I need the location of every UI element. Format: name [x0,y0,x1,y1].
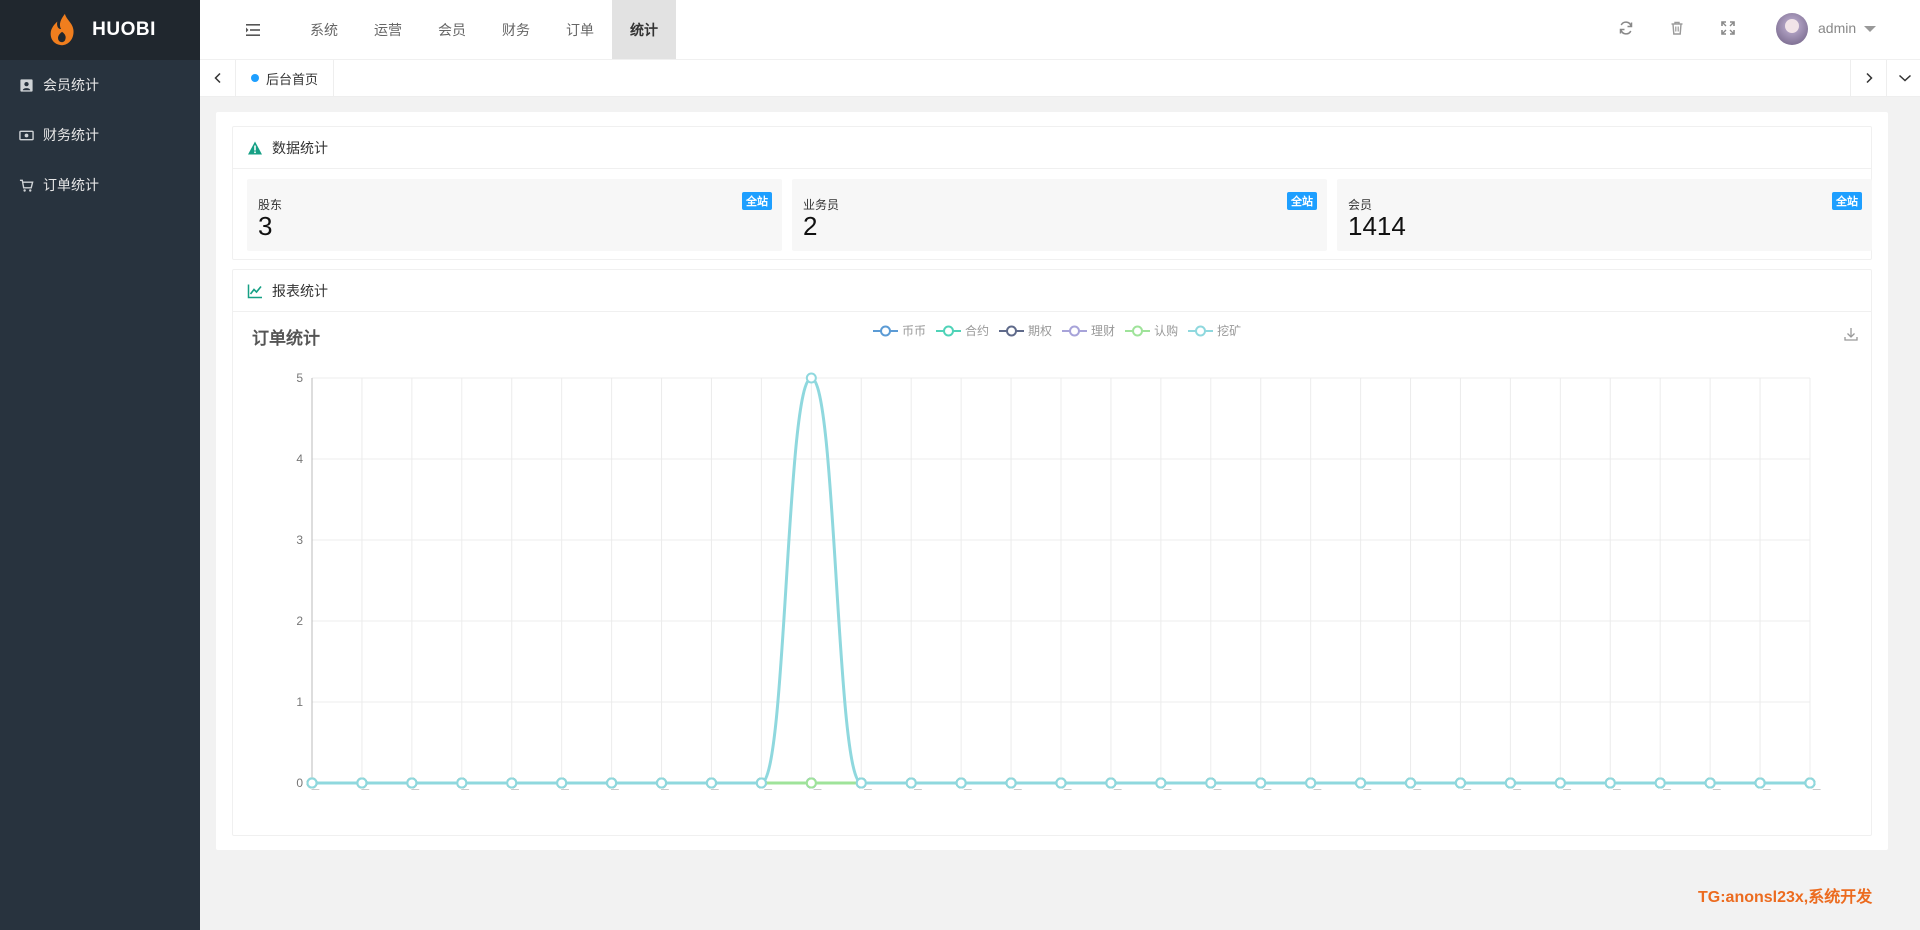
tab-scroll-right-button[interactable] [1850,60,1886,96]
sidebar-item-finance-stat[interactable]: 财务统计 [0,110,200,160]
data-point [1454,777,1466,789]
data-point [1305,777,1317,789]
nav-order[interactable]: 订单 [548,0,612,59]
data-point [755,777,767,789]
data-point [1405,777,1417,789]
logo[interactable]: HUOBI [0,0,200,60]
sidebar-item-label: 财务统计 [43,127,99,143]
menu-toggle-icon[interactable] [244,21,262,39]
report-stats-panel: 报表统计 订单统计 币币合约期权理财认购挖矿 0123451日2日3日4日5日6… [232,269,1872,836]
stat-card-salesman: 业务员 2 全站 [792,179,1327,251]
stat-card-member: 会员 1414 全站 [1337,179,1872,251]
data-point [855,777,867,789]
cart-icon [19,178,34,193]
y-tick-label: 1 [296,695,303,709]
data-point [556,777,568,789]
top-nav: 系统 运营 会员 财务 订单 统计 [292,0,676,59]
data-point [506,777,518,789]
data-point [1155,777,1167,789]
stat-value: 3 [258,211,273,241]
data-point [1554,777,1566,789]
stat-value: 2 [803,211,818,241]
data-point [606,777,618,789]
data-point [1504,777,1516,789]
nav-operation[interactable]: 运营 [356,0,420,59]
data-stats-panel: 数据统计 股东 3 全站 业务员 2 全站 会员 1414 全站 [232,126,1872,260]
stat-value: 1414 [1348,211,1406,241]
top-header: 系统 运营 会员 财务 订单 统计 admin [200,0,1920,60]
tab-menu-button[interactable] [1886,60,1920,96]
tab-bar: 后台首页 [200,60,1920,97]
huobi-flame-icon [50,13,74,46]
stat-badge: 全站 [1287,192,1317,210]
sidebar: HUOBI 会员统计 财务统计 订单统计 [0,0,200,930]
data-point [1754,777,1766,789]
data-point [356,777,368,789]
active-dot-icon [251,74,259,82]
data-point [406,777,418,789]
y-tick-label: 3 [296,533,303,547]
stat-badge: 全站 [742,192,772,210]
data-point [1105,777,1117,789]
tab-scroll-left-button[interactable] [200,60,236,96]
chevron-down-icon [1898,74,1911,82]
y-tick-label: 2 [296,614,303,628]
nav-finance[interactable]: 财务 [484,0,548,59]
caret-down-icon[interactable] [1864,26,1876,32]
y-tick-label: 4 [296,452,303,466]
data-point [1055,777,1067,789]
data-point [656,777,668,789]
data-point [805,372,817,384]
panel-header: 报表统计 [233,270,1871,312]
panel-title: 数据统计 [272,139,328,156]
tab-home[interactable]: 后台首页 [236,60,335,96]
order-line-chart: 0123451日2日3日4日5日6日7日8日9日10日11日12日13日14日1… [296,371,1822,790]
data-point [1005,777,1017,789]
panel-title: 报表统计 [272,282,328,299]
data-point [1255,777,1267,789]
chevron-left-icon [213,72,221,84]
data-point [705,777,717,789]
user-avatar[interactable] [1776,13,1808,45]
nav-system[interactable]: 系统 [292,0,356,59]
data-point [1355,777,1367,789]
stat-card-shareholder: 股东 3 全站 [247,179,782,251]
user-name[interactable]: admin [1818,20,1856,36]
data-point [805,777,817,789]
chevron-right-icon [1865,72,1873,84]
sidebar-item-label: 会员统计 [43,77,99,93]
sidebar-item-order-stat[interactable]: 订单统计 [0,160,200,210]
data-point [456,777,468,789]
nav-statistics[interactable]: 统计 [612,0,676,59]
data-point [955,777,967,789]
line-chart-icon [247,283,263,299]
watermark-text: TG:anonsl23x,系统开发 [1698,889,1873,906]
stat-badge: 全站 [1832,192,1862,210]
tab-home-label: 后台首页 [266,71,319,87]
refresh-icon[interactable] [1618,20,1634,36]
data-point [905,777,917,789]
data-point [1604,777,1616,789]
y-tick-label: 5 [296,371,303,385]
data-point [1804,777,1816,789]
panel-header: 数据统计 [233,127,1871,169]
trash-icon[interactable] [1669,20,1685,36]
data-point [1704,777,1716,789]
data-point [306,777,318,789]
warning-icon [247,140,263,156]
member-stat-icon [19,78,34,93]
main-content: 数据统计 股东 3 全站 业务员 2 全站 会员 1414 全站 报表统计 订单… [216,112,1888,850]
data-point [1654,777,1666,789]
money-icon [19,128,34,143]
fullscreen-icon[interactable] [1720,20,1736,36]
sidebar-item-member-stat[interactable]: 会员统计 [0,60,200,110]
brand-name: HUOBI [92,19,156,40]
data-point [1205,777,1217,789]
nav-member[interactable]: 会员 [420,0,484,59]
sidebar-item-label: 订单统计 [43,177,99,193]
